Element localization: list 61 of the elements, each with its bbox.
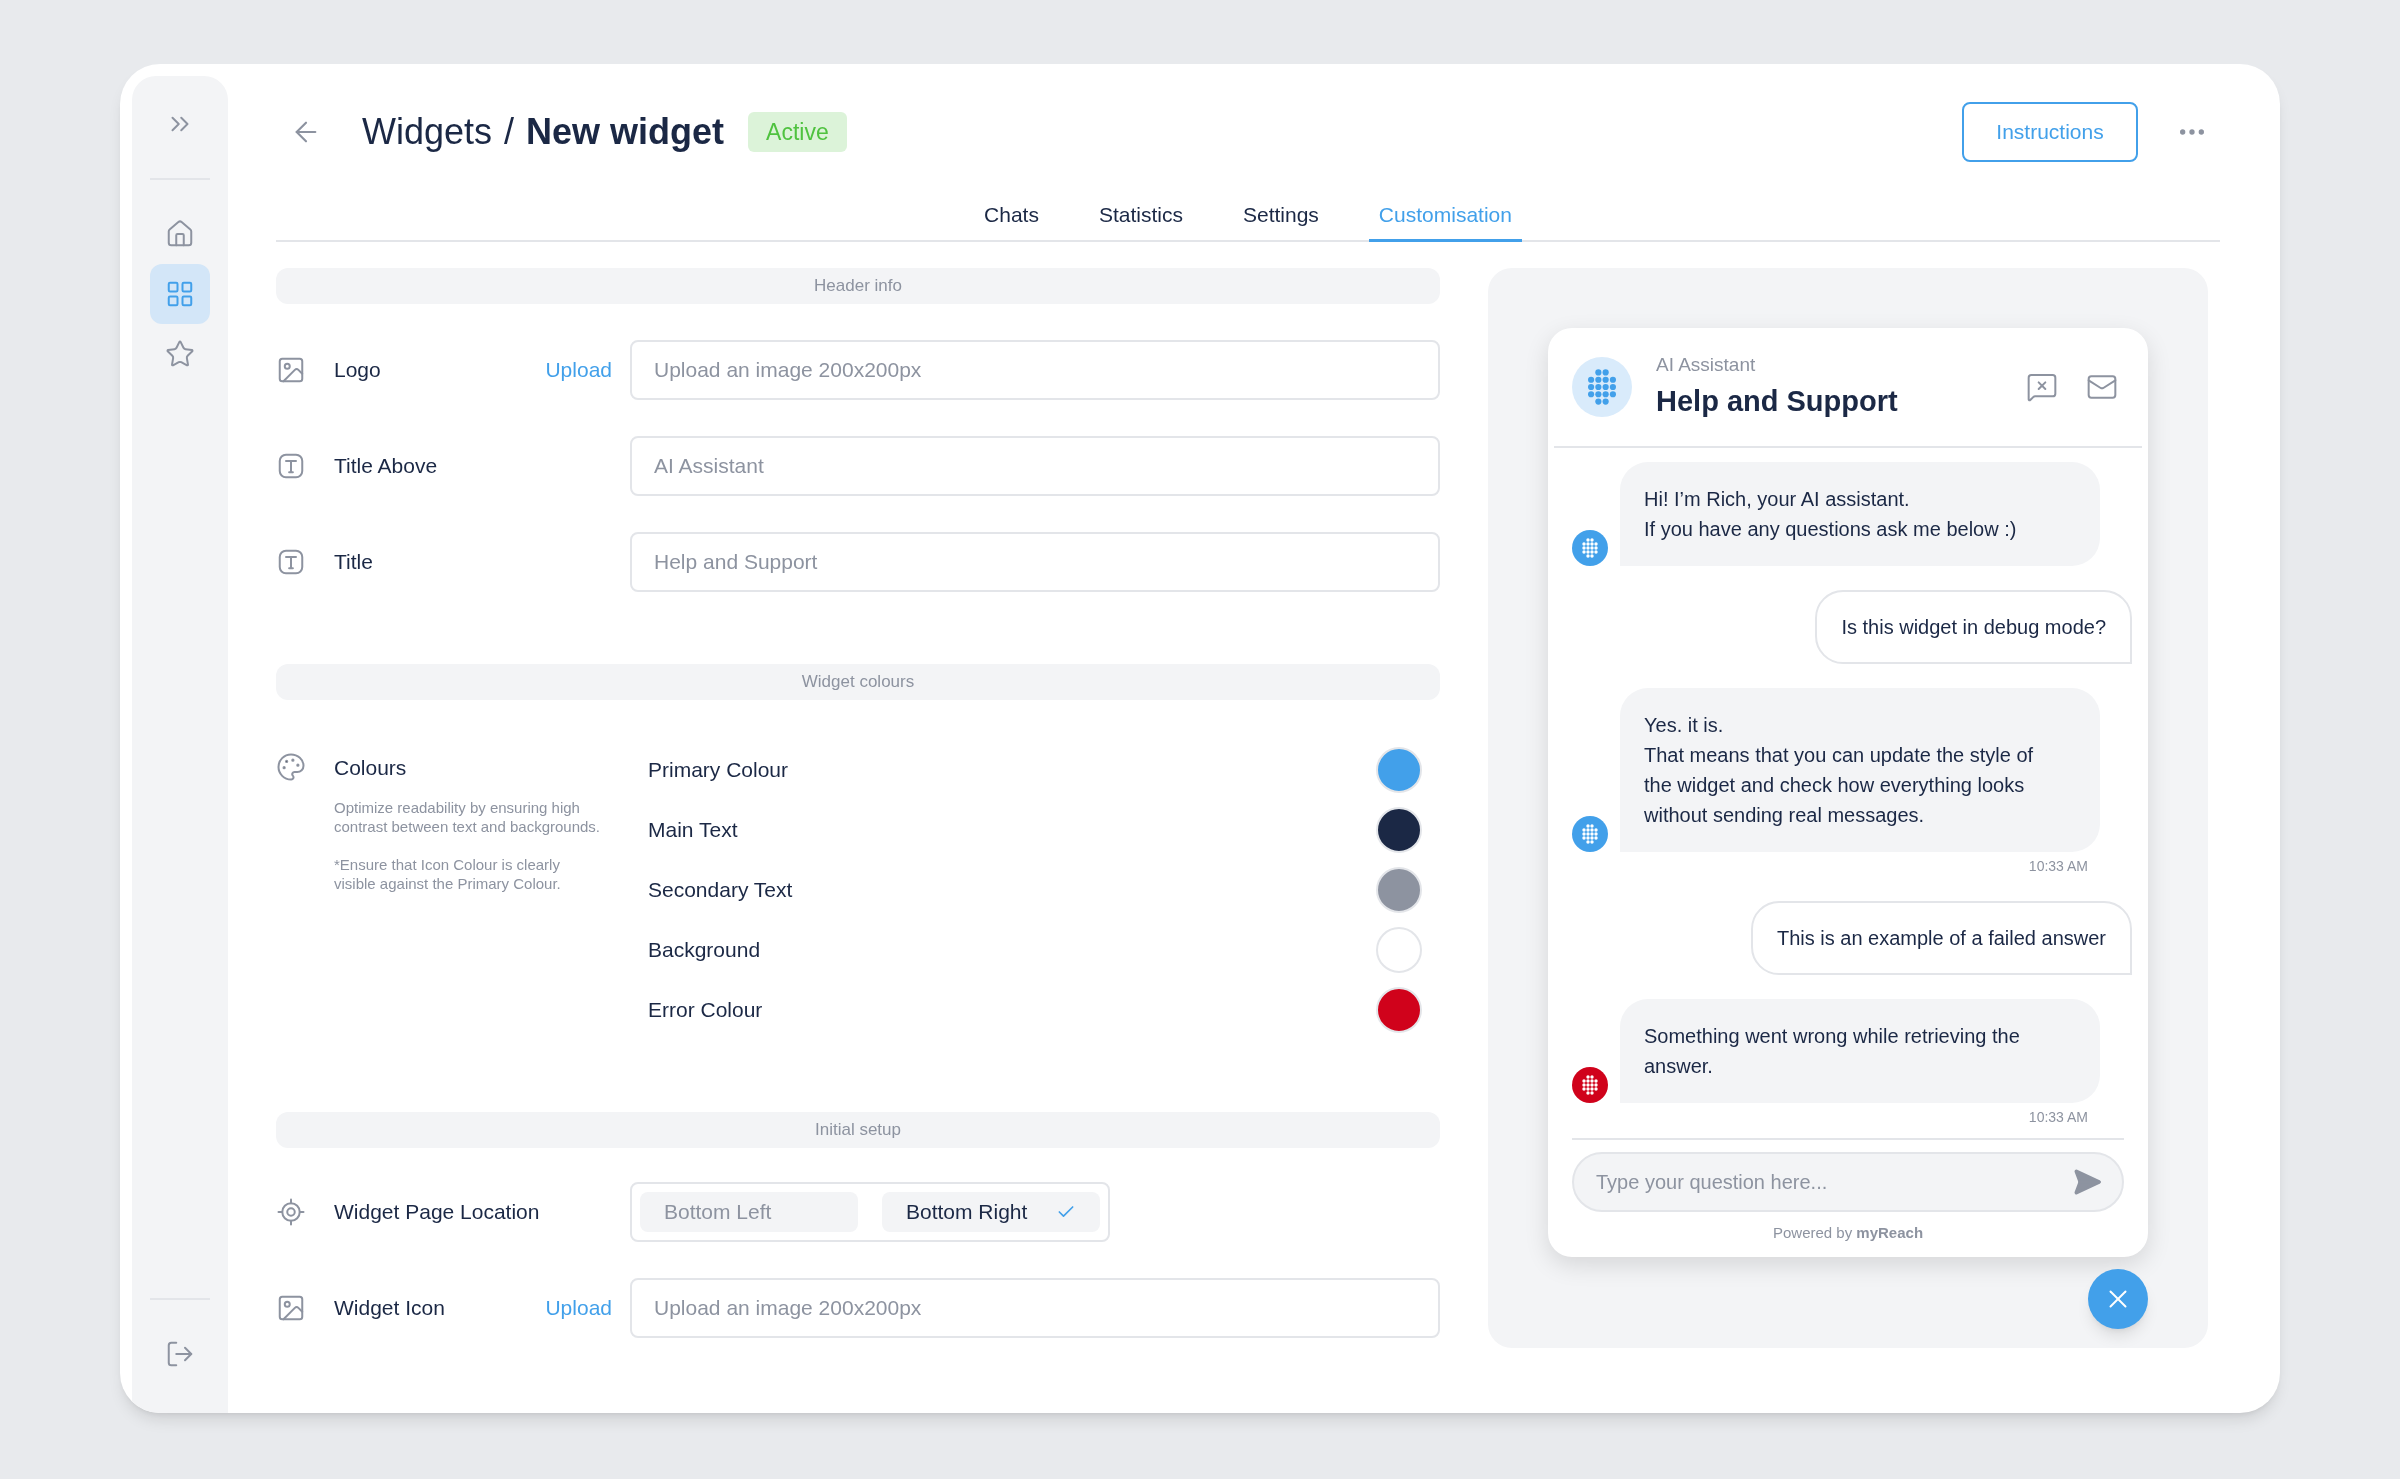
target-icon — [276, 1197, 306, 1227]
section-header: Widget colours — [276, 664, 1440, 700]
error-message: Something went wrong while retrieving the answer. — [1620, 999, 2100, 1103]
chat-input[interactable]: Type your question here... — [1572, 1152, 2124, 1212]
colour-label: Primary Colour — [648, 757, 789, 784]
dots-icon — [1579, 823, 1601, 845]
description-text: Optimize readability by ensuring high contrast between text and backgrounds. — [334, 797, 601, 836]
colour-swatch[interactable] — [1376, 747, 1422, 793]
close-button[interactable] — [2088, 1268, 2148, 1329]
text-icon — [276, 547, 306, 577]
palette-icon — [276, 752, 306, 782]
bot-message: Hi! I’m Rich, your AI assistant. If you have any questions ask me below :) — [1620, 462, 2100, 566]
breadcrumb-link[interactable]: Widgets — [362, 105, 493, 159]
image-icon — [276, 1293, 306, 1323]
user-message: Is this widget in debug mode? — [1815, 590, 2132, 664]
location-option[interactable]: Bottom Right — [882, 1192, 1100, 1232]
colour-swatch[interactable] — [1376, 807, 1422, 853]
page-title: New widget — [526, 110, 725, 154]
dots-icon — [1579, 537, 1601, 559]
message-time: 10:33 AM — [2028, 857, 2088, 876]
note-text: *Ensure that Icon Colour is clearly visible against the Primary Colour. — [334, 854, 562, 893]
field-label: Title — [334, 549, 373, 576]
tab[interactable]: Statistics — [1088, 190, 1193, 242]
widget-title-above: AI Assistant — [1656, 353, 1757, 377]
status-badge: Active — [748, 112, 847, 152]
tab[interactable]: Settings — [1232, 190, 1329, 242]
input-field[interactable]: Help and Support — [630, 532, 1440, 592]
colour-swatch[interactable] — [1376, 867, 1422, 913]
input-field[interactable]: AI Assistant — [630, 436, 1440, 496]
image-icon — [276, 355, 306, 385]
field-label: Title Above — [334, 453, 438, 480]
field-label: Logo — [334, 357, 381, 384]
home-icon — [165, 219, 195, 249]
logout-icon — [165, 1339, 195, 1369]
colour-label: Secondary Text — [648, 877, 793, 904]
colour-swatch[interactable] — [1376, 927, 1422, 973]
chat-close-icon[interactable] — [2026, 371, 2058, 403]
input-field[interactable]: Upload an image 200x200px — [630, 340, 1440, 400]
text-icon — [276, 451, 306, 481]
section-header: Header info — [276, 268, 1440, 304]
tab[interactable]: Chats — [974, 190, 1049, 242]
favorites-icon — [165, 339, 195, 369]
field-label: Colours — [334, 755, 408, 781]
field-label: Widget Icon — [334, 1295, 445, 1322]
colour-label: Error Colour — [648, 997, 763, 1024]
breadcrumb-separator: / — [504, 110, 515, 154]
input-field[interactable]: Upload an image 200x200px — [630, 1278, 1440, 1338]
message-time: 10:33 AM — [2028, 1108, 2088, 1127]
powered-by-text: Powered by myReach — [1772, 1223, 1924, 1243]
dots-icon — [1579, 1074, 1601, 1096]
user-message: This is an example of a failed answer — [1750, 901, 2132, 975]
colour-label: Main Text — [648, 817, 738, 844]
bot-message: Yes. it is. That means that you can update the style of the widget and check how everything looks without sending real messages. — [1620, 688, 2100, 852]
colour-label: Background — [648, 937, 761, 964]
widgets-icon — [165, 279, 195, 309]
field-label: Widget Page Location — [334, 1199, 540, 1226]
section-header: Initial setup — [276, 1112, 1440, 1148]
widget-title: Help and Support — [1656, 383, 1898, 419]
colour-swatch[interactable] — [1376, 987, 1422, 1033]
widgets-nav-button[interactable] — [150, 264, 210, 324]
send-icon[interactable] — [2072, 1167, 2102, 1197]
